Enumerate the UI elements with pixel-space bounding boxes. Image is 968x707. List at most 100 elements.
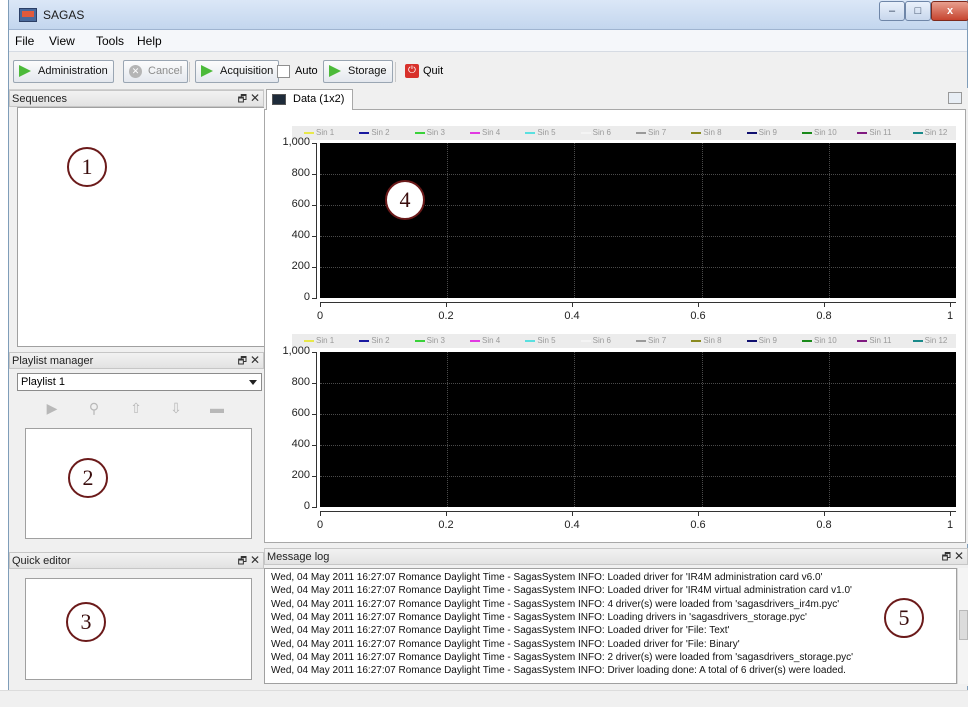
x-tick-mark (950, 511, 951, 516)
log-line: Wed, 04 May 2011 16:27:07 Romance Daylig… (271, 665, 846, 677)
gridline (701, 143, 703, 298)
x-tick-label: 1 (946, 310, 954, 322)
legend-swatch (636, 339, 646, 342)
y-tick-label: 0 (303, 500, 310, 512)
move-up-icon[interactable]: ⇧ (128, 400, 144, 416)
legend-swatch (304, 339, 314, 342)
close-icon[interactable]: ✕ (954, 549, 964, 563)
y-tick-label: 400 (291, 438, 310, 450)
float-icon[interactable]: 🗗 (238, 554, 247, 571)
y-tick-label: 800 (291, 167, 310, 179)
y-tick-label: 600 (291, 407, 310, 419)
x-tick-mark (446, 511, 447, 516)
menu-tools[interactable]: Tools (96, 34, 124, 48)
x-tick-mark (572, 302, 573, 307)
log-scrollbar[interactable] (957, 568, 968, 684)
quick-editor-header: Quick editor 🗗 ✕ (9, 552, 264, 569)
legend-label: Sin 6 (592, 128, 611, 137)
message-log-list[interactable]: Wed, 04 May 2011 16:27:07 Romance Daylig… (264, 568, 957, 684)
legend-item: Sin 3 (414, 128, 445, 137)
legend-item: Sin 11 (857, 128, 891, 137)
cancel-label: Cancel (148, 65, 183, 77)
settings-icon[interactable] (948, 92, 962, 104)
legend-item: Sin 2 (359, 336, 390, 345)
float-icon[interactable]: 🗗 (238, 354, 247, 371)
legend-swatch (802, 339, 812, 342)
x-tick-mark (698, 302, 699, 307)
legend-label: Sin 12 (924, 336, 948, 345)
legend-label: Sin 3 (426, 128, 445, 137)
close-icon[interactable]: ✕ (250, 353, 260, 367)
toolbar-separator (189, 62, 190, 82)
x-tick-label: 0.2 (438, 310, 454, 322)
minimize-button[interactable]: – (879, 1, 905, 21)
scrollbar-thumb[interactable] (959, 610, 968, 640)
toolbar-separator (395, 62, 396, 82)
cancel-button[interactable]: ✕ Cancel (123, 60, 189, 83)
remove-icon[interactable]: ▬ (209, 400, 225, 416)
x-tick-mark (950, 302, 951, 307)
gridline (320, 383, 956, 384)
close-icon[interactable]: ✕ (250, 91, 260, 105)
menu-view[interactable]: View (49, 34, 75, 48)
title-bar[interactable]: SAGAS – □ x (9, 0, 968, 30)
tab-data[interactable]: Data (1x2) (266, 89, 353, 110)
float-icon[interactable]: 🗗 (942, 550, 951, 567)
acquisition-label: Acquisition (220, 65, 274, 77)
playlist-select[interactable]: Playlist 1 (17, 373, 262, 391)
playlist-items[interactable] (25, 428, 252, 539)
power-icon: ⏻ (405, 64, 419, 78)
x-tick-label: 0.6 (690, 519, 706, 531)
legend-label: Sin 12 (924, 128, 948, 137)
tab-data-label: Data (1x2) (293, 93, 345, 105)
y-tick-mark (312, 476, 317, 477)
move-down-icon[interactable]: ⇩ (168, 400, 184, 416)
x-tick-label: 0.4 (564, 519, 580, 531)
annotation-marker-2: 2 (68, 458, 108, 498)
sequences-title: Sequences (12, 93, 68, 105)
legend-label: Sin 9 (758, 128, 777, 137)
gridline (320, 414, 956, 415)
status-bar (0, 690, 968, 707)
annotation-marker-1: 1 (67, 147, 107, 187)
playlist-selected-value: Playlist 1 (21, 376, 66, 388)
close-window-button[interactable]: x (931, 1, 968, 21)
legend-label: Sin 1 (316, 128, 335, 137)
close-icon[interactable]: ✕ (250, 553, 260, 567)
play-icon[interactable]: ▶ (44, 400, 60, 416)
x-tick-label: 0.4 (564, 310, 580, 322)
menu-help[interactable]: Help (137, 34, 162, 48)
sequences-list[interactable] (17, 107, 271, 347)
search-icon[interactable]: ⚲ (86, 400, 102, 416)
legend-label: Sin 4 (482, 128, 501, 137)
administration-button[interactable]: Administration (13, 60, 114, 83)
storage-button[interactable]: Storage (323, 60, 393, 83)
legend-label: Sin 8 (703, 336, 722, 345)
legend-swatch (470, 131, 480, 134)
legend-item: Sin 12 (912, 128, 948, 137)
gridline (320, 236, 956, 237)
auto-checkbox[interactable] (277, 65, 290, 78)
legend-swatch (691, 339, 702, 342)
legend-swatch (580, 131, 591, 134)
maximize-button[interactable]: □ (905, 1, 931, 21)
legend-item: Sin 8 (691, 336, 722, 345)
message-log-header: Message log 🗗 ✕ (264, 548, 968, 565)
acquisition-button[interactable]: Acquisition (195, 60, 280, 83)
legend-swatch (414, 131, 425, 134)
quick-editor-area[interactable] (25, 578, 252, 680)
legend-label: Sin 6 (592, 336, 611, 345)
legend-label: Sin 9 (758, 336, 777, 345)
y-tick-label: 0 (303, 291, 310, 303)
playlist-manager-title: Playlist manager (12, 355, 94, 367)
gridline (828, 143, 830, 298)
menu-file[interactable]: File (15, 34, 34, 48)
y-tick-label: 1,000 (282, 136, 310, 148)
legend-item: Sin 6 (580, 128, 611, 137)
y-tick-mark (312, 298, 317, 299)
legend-swatch (746, 339, 757, 342)
gridline (828, 352, 830, 507)
quit-button[interactable]: ⏻ Quit (405, 63, 449, 81)
chart-1-plot (320, 143, 956, 298)
gridline (447, 143, 449, 298)
